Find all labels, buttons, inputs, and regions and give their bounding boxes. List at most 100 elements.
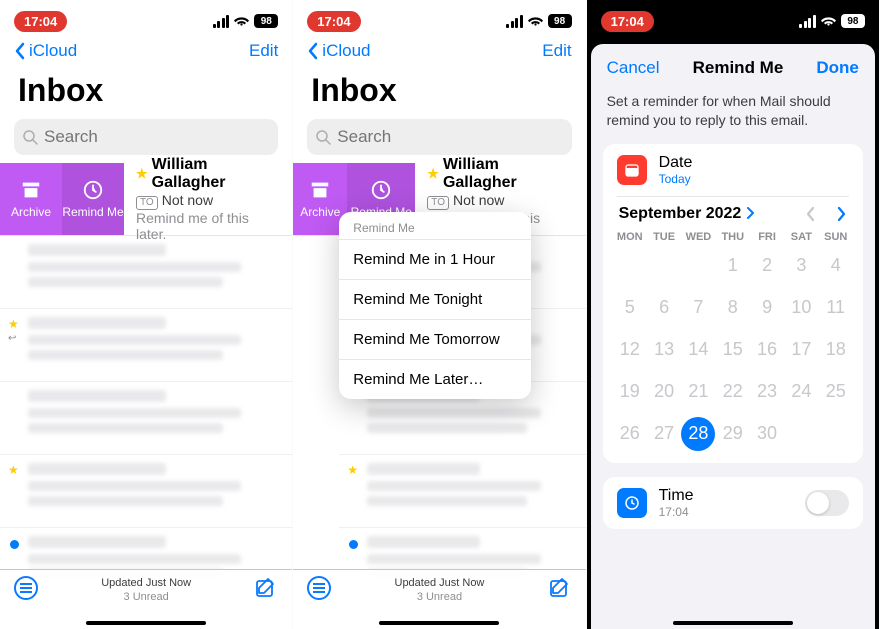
search-field[interactable] — [307, 119, 571, 155]
search-icon — [315, 129, 331, 145]
compose-button[interactable] — [548, 576, 572, 600]
compose-button[interactable] — [254, 576, 278, 600]
calendar-day[interactable]: 22 — [716, 373, 750, 411]
popover-item[interactable]: Remind Me Tomorrow — [339, 319, 531, 359]
nav-bar: iCloud Edit — [0, 36, 292, 66]
time-row[interactable]: Time 17:04 — [603, 477, 863, 529]
edit-button[interactable]: Edit — [542, 41, 571, 61]
popover-header: Remind Me — [339, 212, 531, 239]
calendar-day[interactable]: 24 — [784, 373, 818, 411]
signal-icon — [213, 15, 230, 28]
back-button[interactable]: iCloud — [307, 41, 370, 61]
calendar-header: September 2022 — [603, 197, 863, 227]
calendar-day — [784, 415, 818, 453]
home-indicator[interactable] — [86, 621, 206, 625]
filter-button[interactable] — [307, 576, 331, 600]
clock-icon — [370, 179, 392, 201]
calendar-day[interactable]: 17 — [784, 331, 818, 369]
wifi-icon — [528, 16, 543, 27]
calendar-day — [613, 247, 647, 285]
calendar-day[interactable]: 30 — [750, 415, 784, 453]
status-icons: 98 — [506, 14, 572, 28]
popover-item[interactable]: Remind Me Later… — [339, 359, 531, 399]
calendar-day[interactable]: 12 — [613, 331, 647, 369]
remind-action[interactable]: Remind Me — [62, 163, 124, 235]
home-indicator[interactable] — [673, 621, 793, 625]
to-tag: TO — [136, 196, 158, 210]
clock-icon — [617, 488, 647, 518]
calendar-day[interactable]: 6 — [647, 289, 681, 327]
calendar-day[interactable]: 20 — [647, 373, 681, 411]
calendar-day[interactable]: 4 — [819, 247, 853, 285]
calendar-day[interactable]: 23 — [750, 373, 784, 411]
mail-row[interactable] — [0, 236, 292, 309]
home-indicator[interactable] — [379, 621, 499, 625]
time-toggle[interactable] — [805, 490, 849, 516]
next-month-button[interactable] — [837, 206, 847, 222]
archive-action[interactable]: Archive — [0, 163, 62, 235]
signal-icon — [506, 15, 523, 28]
date-sub: Today — [659, 172, 693, 186]
calendar-day[interactable]: 10 — [784, 289, 818, 327]
search-input[interactable] — [44, 127, 270, 147]
status-bar: 17:04 98 — [0, 0, 292, 36]
signal-icon — [799, 15, 816, 28]
to-tag: TO — [427, 196, 449, 210]
search-field[interactable] — [14, 119, 278, 155]
calendar-day[interactable]: 15 — [716, 331, 750, 369]
remind-sheet: Cancel Remind Me Done Set a reminder for… — [591, 44, 875, 629]
subject-line: TONot now — [427, 192, 573, 210]
calendar-day[interactable]: 8 — [716, 289, 750, 327]
month-picker[interactable]: September 2022 — [619, 205, 754, 223]
search-input[interactable] — [337, 127, 563, 147]
back-button[interactable]: iCloud — [14, 41, 77, 61]
prev-month-button[interactable] — [805, 206, 815, 222]
edit-button[interactable]: Edit — [249, 41, 278, 61]
popover-item[interactable]: Remind Me Tonight — [339, 279, 531, 319]
calendar-day[interactable]: 2 — [750, 247, 784, 285]
battery-icon: 98 — [548, 14, 572, 28]
wifi-icon — [234, 16, 249, 27]
clock-icon — [82, 179, 104, 201]
mail-row[interactable] — [339, 455, 585, 528]
mail-row-swiped[interactable]: Archive Remind Me ★William Gallagher TON… — [0, 163, 292, 236]
subject-line: TONot now — [136, 192, 280, 210]
calendar-day[interactable]: 3 — [784, 247, 818, 285]
calendar-day[interactable]: 21 — [681, 373, 715, 411]
calendar-day[interactable]: 9 — [750, 289, 784, 327]
calendar-day[interactable]: 25 — [819, 373, 853, 411]
calendar-day[interactable]: 7 — [681, 289, 715, 327]
mail-row[interactable] — [0, 309, 292, 382]
popover-item[interactable]: Remind Me in 1 Hour — [339, 239, 531, 279]
calendar-day[interactable]: 29 — [716, 415, 750, 453]
calendar-day[interactable]: 5 — [613, 289, 647, 327]
time-pill: 17:04 — [601, 11, 654, 32]
calendar-day[interactable]: 18 — [819, 331, 853, 369]
calendar-day — [681, 247, 715, 285]
calendar-grid[interactable]: 1234567891011121314151617181920212223242… — [603, 247, 863, 463]
sender-line: ★William Gallagher — [136, 156, 280, 192]
status-bar: 17:04 98 — [293, 0, 585, 36]
filter-button[interactable] — [14, 576, 38, 600]
calendar-day[interactable]: 19 — [613, 373, 647, 411]
calendar-day[interactable]: 26 — [613, 415, 647, 453]
cancel-button[interactable]: Cancel — [607, 58, 660, 78]
back-label: iCloud — [29, 41, 77, 61]
mail-cell[interactable]: ★William Gallagher TONot now Remind me o… — [124, 163, 292, 235]
calendar-day[interactable]: 28 — [681, 417, 715, 451]
done-button[interactable]: Done — [816, 58, 859, 78]
toolbar: Updated Just Now3 Unread — [293, 569, 585, 629]
sheet-title: Remind Me — [693, 58, 784, 78]
calendar-day[interactable]: 1 — [716, 247, 750, 285]
calendar-day[interactable]: 16 — [750, 331, 784, 369]
mail-row[interactable] — [0, 455, 292, 528]
calendar-day[interactable]: 11 — [819, 289, 853, 327]
calendar-day — [647, 247, 681, 285]
status-icons: 98 — [213, 14, 279, 28]
calendar-day[interactable]: 13 — [647, 331, 681, 369]
mail-row[interactable] — [0, 382, 292, 455]
archive-icon — [20, 179, 42, 201]
calendar-day[interactable]: 14 — [681, 331, 715, 369]
calendar-day[interactable]: 27 — [647, 415, 681, 453]
date-row[interactable]: Date Today — [603, 144, 863, 196]
